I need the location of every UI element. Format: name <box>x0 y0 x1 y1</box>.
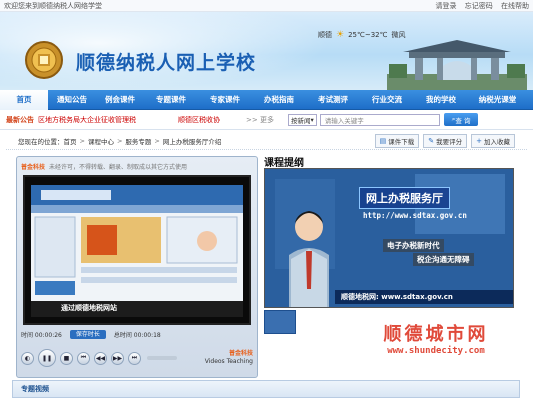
download-icon: ▤ <box>379 136 387 145</box>
copyright-notice: 未经许可，不得转载、翻录、制取成以其它方式使用 <box>49 163 188 171</box>
tax-emblem-icon <box>25 41 63 79</box>
website-screenshot-illustration <box>31 185 243 317</box>
welcome-text: 欢迎您来到顺德纳税人网络学堂 <box>4 1 102 10</box>
next-button[interactable]: ⏭ <box>128 351 141 365</box>
topic-videos-header: 专题视频 <box>12 380 520 398</box>
search-button[interactable]: ⌕ 查 询 <box>443 113 479 126</box>
nav-meeting-courses[interactable]: 例会课件 <box>96 90 144 110</box>
page: 欢迎您来到顺德纳税人网络学堂 请登录 忘记密码 在线帮助 顺德纳税人网上学校 顺… <box>0 0 533 400</box>
help-link[interactable]: 在线帮助 <box>501 2 529 10</box>
player-brand: 普金科技 <box>21 163 46 171</box>
brand-cn: 普金科技 <box>228 350 253 357</box>
volume-slider[interactable] <box>147 356 177 360</box>
video-subtitle-1: 电子办税新时代 <box>383 239 444 252</box>
weather-city: 顺德 <box>318 31 332 39</box>
favorite-button[interactable]: + 加入收藏 <box>471 133 515 148</box>
notice-label: 最新公告 <box>6 115 34 124</box>
plus-icon: + <box>476 136 482 145</box>
breadcrumb-prefix: 您现在的位置： <box>18 137 64 146</box>
forward-button[interactable]: ▶▶ <box>111 351 124 365</box>
sun-cloud-icon: ☀ <box>336 30 345 40</box>
watermark: 顺德城市网 www.shundecity.com <box>336 320 533 356</box>
favorite-label: 加入收藏 <box>484 137 510 146</box>
screen-caption: 通过顺德地税网站 <box>61 304 117 312</box>
nav-announcements[interactable]: 通知公告 <box>48 90 96 110</box>
player-header: 普金科技 未经许可，不得转载、翻录、制取成以其它方式使用 <box>21 161 253 171</box>
video-subtitle-2: 税企沟通无障碍 <box>413 253 474 266</box>
screen-content: 通过顺德地税网站 <box>31 185 243 317</box>
site-header: 顺德纳税人网上学校 顺德 ☀ 25℃~32℃ 微风 <box>0 12 533 90</box>
progress-row: 时间 00:00:26 保存时长 总时间 00:00:18 <box>21 329 253 339</box>
search-scope-value: 按新闻 <box>290 116 311 125</box>
watermark-cn: 顺德城市网 <box>383 324 489 345</box>
video-url: http://www.sdtax.gov.cn <box>363 211 467 220</box>
nav-class[interactable]: 纳税光课堂 <box>468 90 527 110</box>
download-label: 课件下载 <box>388 137 415 146</box>
search-button-label: 查 询 <box>455 116 471 125</box>
top-bar: 欢迎您来到顺德纳税人网络学堂 请登录 忘记密码 在线帮助 <box>0 0 533 12</box>
video-caption: 顺德地税网: www.sdtax.gov.cn <box>335 290 513 304</box>
notice-item-2[interactable]: 顺德区税收协 <box>178 115 238 125</box>
breadcrumb-service-topic[interactable]: 服务专题 <box>125 136 151 146</box>
nav-topic-courses[interactable]: 专题课件 <box>144 90 198 110</box>
pause-button[interactable]: ❚❚ <box>38 349 56 367</box>
nav-tax-guide[interactable]: 办税指南 <box>252 90 306 110</box>
search-input[interactable]: 请输入关键字 <box>319 113 440 126</box>
breadcrumb-current: 网上办税服务厅介绍 <box>162 137 222 146</box>
breadcrumb-separator: > <box>116 136 123 145</box>
chevron-down-icon: ▾ <box>310 115 314 124</box>
breadcrumb-course-center[interactable]: 课程中心 <box>88 136 114 146</box>
watermark-url: www.shundecity.com <box>387 346 485 356</box>
download-button[interactable]: ▤ 课件下载 <box>374 133 420 148</box>
main-nav: 首页 通知公告 例会课件 专题课件 专家课件 办税指南 考试测评 行业交流 我的… <box>0 89 533 110</box>
total-time: 总时间 00:00:18 <box>113 331 161 339</box>
video-screen[interactable]: 通过顺德地税网站 <box>23 175 251 325</box>
breadcrumb-home[interactable]: 首页 <box>64 136 77 146</box>
forgot-password-link[interactable]: 忘记密码 <box>465 2 493 10</box>
brand-en: Videos Teaching <box>204 358 253 365</box>
chapter-thumbnail[interactable] <box>264 310 296 334</box>
nav-my-school[interactable]: 我的学校 <box>414 90 468 110</box>
breadcrumb-separator: > <box>79 136 85 145</box>
nav-home[interactable]: 首页 <box>0 89 48 110</box>
archway-gate-illustration <box>387 40 527 90</box>
rate-label: 我要评分 <box>436 137 463 146</box>
breadcrumb: 您现在的位置： 首页 > 课程中心 > 服务专题 > 网上办税服务厅介绍 ▤ 课… <box>6 132 527 150</box>
presenter-video[interactable]: 网上办税服务厅 http://www.sdtax.gov.cn 电子办税新时代 … <box>264 168 514 308</box>
stop-button[interactable]: ■ <box>60 351 73 365</box>
rate-button[interactable]: ✎ 我要评分 <box>423 133 468 148</box>
login-link[interactable]: 请登录 <box>436 2 457 10</box>
top-links: 请登录 忘记密码 在线帮助 <box>430 1 529 11</box>
nav-expert-courses[interactable]: 专家课件 <box>198 90 252 110</box>
more-link[interactable]: >> 更多 <box>246 115 274 125</box>
course-actions: ▤ 课件下载 ✎ 我要评分 + 加入收藏 <box>374 133 515 148</box>
nav-industry[interactable]: 行业交流 <box>360 90 414 110</box>
video-player: 普金科技 未经许可，不得转载、翻录、制取成以其它方式使用 通过顺德地税网站 时间… <box>16 156 258 378</box>
nav-exams[interactable]: 考试测评 <box>306 90 360 110</box>
breadcrumb-separator: > <box>154 136 160 145</box>
weather-temp: 25℃~32℃ <box>348 31 388 39</box>
site-title: 顺德纳税人网上学校 <box>76 52 257 74</box>
notice-item-1[interactable]: 区地方税务局大企业征收管理税 <box>38 115 168 125</box>
previous-button[interactable]: ⏮ <box>77 351 90 365</box>
notice-bar: 最新公告 区地方税务局大企业征收管理税 顺德区税收协 >> 更多 按新闻 ▾ 请… <box>0 110 533 130</box>
rate-icon: ✎ <box>428 136 435 145</box>
main-content: 普金科技 未经许可，不得转载、翻录、制取成以其它方式使用 通过顺德地税网站 时间… <box>6 150 527 380</box>
current-time: 时间 00:00:26 <box>21 331 62 339</box>
save-duration-button[interactable]: 保存时长 <box>69 329 106 339</box>
player-brand-footer: 普金科技 Videos Teaching <box>205 350 253 366</box>
player-controls: ◐ ❚❚ ■ ⏮ ◀◀ ▶▶ ⏭ 普金科技 Videos Teaching <box>21 343 253 373</box>
lesson-outline-title: 课程提纲 <box>264 158 304 169</box>
search-scope-select[interactable]: 按新闻 ▾ <box>287 113 317 126</box>
rewind-button[interactable]: ◀◀ <box>94 351 107 365</box>
video-heading: 网上办税服务厅 <box>359 187 450 209</box>
volume-icon[interactable]: ◐ <box>21 351 34 365</box>
